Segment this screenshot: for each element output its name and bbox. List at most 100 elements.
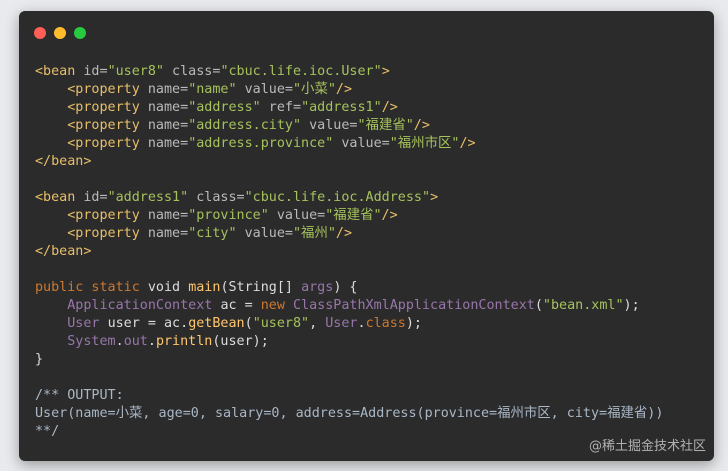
code-token: <property	[35, 82, 148, 97]
code-token: value=	[301, 118, 358, 133]
code-token: .	[357, 316, 366, 331]
code-token: <property	[35, 208, 148, 223]
code-token: value=	[236, 226, 293, 241]
code-line: </bean>	[35, 243, 706, 261]
code-token: "city"	[188, 226, 237, 241]
code-token: name=	[147, 118, 189, 133]
code-token: id=	[83, 190, 108, 205]
code-line: User(name=小菜, age=0, salary=0, address=A…	[35, 405, 706, 423]
code-token: />	[335, 82, 353, 97]
code-token: "address"	[188, 100, 261, 115]
code-token: main	[188, 280, 221, 295]
code-token: args	[301, 280, 334, 295]
code-token: "福建省"	[357, 118, 414, 133]
code-token: >	[430, 190, 439, 205]
minimize-icon[interactable]	[54, 27, 66, 39]
code-token: .	[115, 334, 124, 349]
code-token: "cbuc.life.ioc.Address"	[244, 190, 431, 205]
code-token: "address1"	[107, 190, 189, 205]
code-line: <bean id="address1" class="cbuc.life.ioc…	[35, 189, 706, 207]
code-line: <property name="address" ref="address1"/…	[35, 99, 706, 117]
close-icon[interactable]	[34, 27, 46, 39]
code-line: </bean>	[35, 153, 706, 171]
code-token: <bean	[35, 64, 84, 79]
code-token: ref=	[260, 100, 302, 115]
code-token: <bean	[35, 190, 84, 205]
code-line: <property name="city" value="福州"/>	[35, 225, 706, 243]
code-token: class	[365, 316, 406, 331]
code-token: (user);	[212, 334, 269, 349]
code-token: "user8"	[107, 64, 164, 79]
code-token: **/	[35, 424, 60, 439]
code-line: User user = ac.getBean("user8", User.cla…	[35, 315, 706, 333]
code-token: ,	[309, 316, 326, 331]
code-token: "cbuc.life.ioc.User"	[220, 64, 382, 79]
code-token: /** OUTPUT:	[35, 388, 124, 403]
code-token: "address1"	[301, 100, 382, 115]
code-token: public static	[35, 280, 148, 295]
code-token: name=	[147, 136, 189, 151]
code-token: "bean.xml"	[542, 298, 624, 313]
code-token: "小菜"	[293, 82, 336, 97]
code-token: name=	[147, 82, 189, 97]
code-token: "user8"	[252, 316, 310, 331]
window-controls	[34, 27, 86, 39]
code-token: "福州"	[293, 226, 336, 241]
code-line: ApplicationContext ac = new ClassPathXml…	[35, 297, 706, 315]
code-token: ClassPathXmlApplicationContext	[293, 298, 535, 313]
code-token: "province"	[188, 208, 269, 223]
code-line: }	[35, 351, 706, 369]
code-token: value=	[333, 136, 390, 151]
code-token: }	[35, 352, 44, 367]
code-token: new	[260, 298, 293, 313]
code-token: ApplicationContext	[67, 298, 221, 313]
code-line: <property name="address.city" value="福建省…	[35, 117, 706, 135]
code-token: <property	[35, 136, 148, 151]
code-token: ac =	[220, 298, 261, 313]
code-line: <property name="address.province" value=…	[35, 135, 706, 153]
code-block: <bean id="user8" class="cbuc.life.ioc.Us…	[35, 63, 706, 441]
maximize-icon[interactable]	[74, 27, 86, 39]
code-token: />	[335, 226, 353, 241]
code-token: println	[155, 334, 213, 349]
code-token: User	[325, 316, 358, 331]
code-token: );	[623, 298, 640, 313]
code-token: </bean>	[35, 154, 92, 169]
code-token: "address.province"	[188, 136, 334, 151]
code-line: <bean id="user8" class="cbuc.life.ioc.Us…	[35, 63, 706, 81]
code-token: </bean>	[35, 244, 92, 259]
code-line: /** OUTPUT:	[35, 387, 706, 405]
code-token: "福建省"	[325, 208, 382, 223]
code-line: <property name="province" value="福建省"/>	[35, 207, 706, 225]
code-token: (String[]	[220, 280, 302, 295]
code-token: System	[67, 334, 116, 349]
code-token: name=	[147, 208, 189, 223]
code-token: out	[123, 334, 148, 349]
code-token: <property	[35, 226, 148, 241]
code-token: id=	[83, 64, 108, 79]
code-token: .	[147, 334, 156, 349]
code-token: >	[381, 64, 390, 79]
code-token: user = ac.	[107, 316, 189, 331]
code-token: ) {	[333, 280, 358, 295]
code-line: public static void main(String[] args) {	[35, 279, 706, 297]
code-token: class=	[164, 64, 221, 79]
code-token: "name"	[188, 82, 237, 97]
code-window: <bean id="user8" class="cbuc.life.ioc.Us…	[19, 11, 714, 461]
code-token: value=	[236, 82, 293, 97]
code-token: );	[405, 316, 422, 331]
code-token: value=	[268, 208, 326, 223]
code-token: />	[459, 136, 476, 151]
code-token: name=	[147, 100, 189, 115]
code-token: class=	[188, 190, 245, 205]
code-token: getBean	[188, 316, 245, 331]
code-token: User	[67, 316, 108, 331]
code-token: User(name=小菜, age=0, salary=0, address=A…	[35, 406, 664, 421]
code-token: />	[381, 100, 398, 115]
code-token: "福州市区"	[389, 136, 460, 151]
